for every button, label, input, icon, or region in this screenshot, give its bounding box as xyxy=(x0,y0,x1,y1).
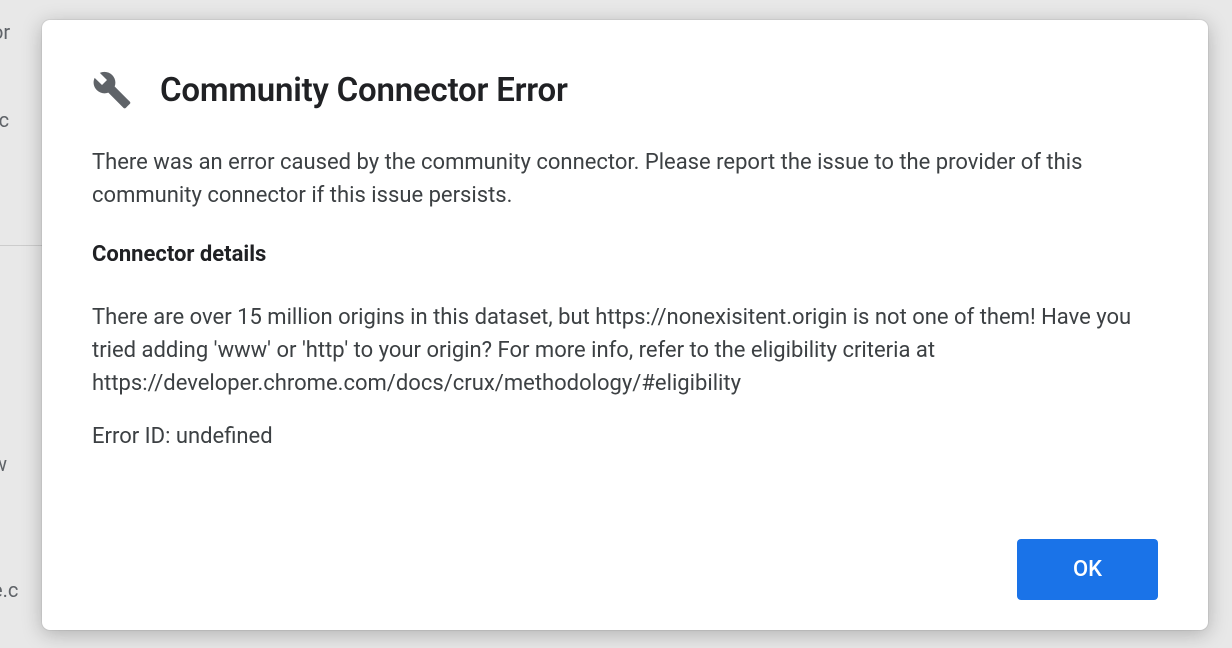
error-id-line: Error ID: undefined xyxy=(92,420,1158,453)
dialog-footer: OK xyxy=(92,539,1158,600)
dialog-title: Community Connector Error xyxy=(160,71,568,110)
dialog-overlay: Community Connector Error There was an e… xyxy=(0,0,1232,648)
error-dialog: Community Connector Error There was an e… xyxy=(42,20,1208,630)
connector-details-heading: Connector details xyxy=(92,238,1158,271)
dialog-body: There was an error caused by the communi… xyxy=(92,146,1158,539)
dialog-intro-text: There was an error caused by the communi… xyxy=(92,146,1158,212)
wrench-icon xyxy=(92,70,132,110)
connector-details-body: There are over 15 million origins in thi… xyxy=(92,301,1158,400)
ok-button[interactable]: OK xyxy=(1017,539,1158,600)
dialog-header: Community Connector Error xyxy=(92,70,1158,110)
